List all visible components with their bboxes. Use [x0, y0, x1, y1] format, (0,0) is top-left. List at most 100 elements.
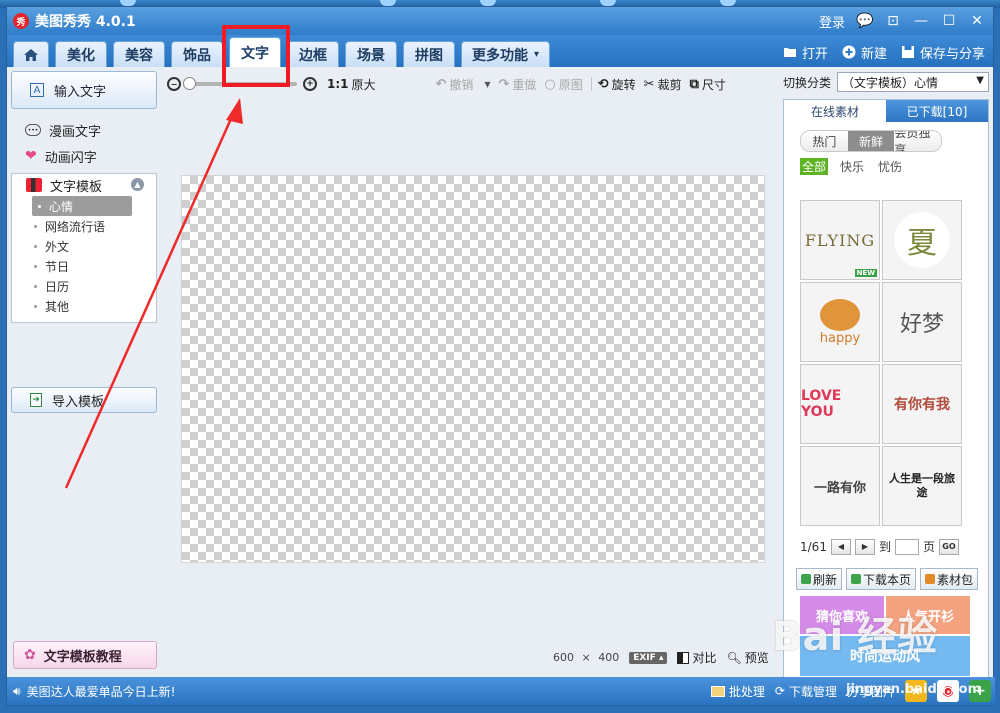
input-text-label: 输入文字: [54, 84, 107, 100]
tab-home[interactable]: [13, 41, 49, 67]
text-template-label: 文字模板: [50, 179, 103, 195]
filter-fresh[interactable]: 新鲜: [847, 131, 895, 151]
animated-text-label: 动画闪字: [44, 150, 97, 166]
thumbnail-text: 有你有我: [894, 397, 950, 413]
zoom-out-icon[interactable]: −: [167, 77, 181, 91]
template-item-other[interactable]: 其他: [12, 296, 156, 316]
template-item-calendar[interactable]: 日历: [12, 276, 156, 296]
redo-button[interactable]: ↷ 重做: [498, 76, 536, 93]
filter-hot[interactable]: 热门: [801, 131, 848, 151]
redo-icon: ↷: [498, 76, 510, 92]
template-item-mood[interactable]: 心情: [32, 196, 132, 216]
preview-button[interactable]: 🔍︎ 预览: [726, 649, 768, 666]
refresh-button[interactable]: 刷新: [796, 568, 843, 590]
ratio-label: 1:1: [327, 77, 349, 91]
thumbnail-item[interactable]: FLYING NEW: [800, 200, 880, 280]
thumbnail-text: LOVE YOU: [801, 388, 842, 420]
thumbnail-item[interactable]: 好梦: [882, 282, 962, 362]
animated-text-link[interactable]: ❤ 动画闪字: [11, 143, 157, 169]
tab-downloaded[interactable]: 已下载[10]: [886, 100, 988, 122]
tab-frame[interactable]: 边框: [287, 41, 339, 67]
go-button[interactable]: GO: [938, 538, 959, 555]
tab-collage[interactable]: 拼图: [403, 41, 455, 67]
category-select[interactable]: （文字模板）心情 ▼: [837, 72, 989, 92]
batch-process-button[interactable]: 批处理: [710, 683, 765, 700]
crop-button[interactable]: ✂ 裁剪: [644, 76, 682, 93]
title-bar: 秀 美图秀秀 4.0.1 登录 💬 ⊡ — ☐ ✕: [7, 7, 993, 35]
thumbnail-text: 夏: [907, 226, 937, 261]
mood-happy[interactable]: 快乐: [838, 158, 866, 175]
thumbnail-item[interactable]: 人生是一段旅途: [882, 446, 962, 526]
tab-online-material[interactable]: 在线素材: [784, 100, 886, 122]
template-item-label: 日历: [45, 279, 70, 294]
import-template-button[interactable]: ➜ 导入模板: [11, 387, 157, 413]
new-label: 新建: [860, 46, 887, 62]
template-item-foreign[interactable]: 外文: [12, 236, 156, 256]
download-manager-icon: ⟳: [774, 684, 785, 698]
tab-more-features[interactable]: 更多功能 ▾: [461, 41, 551, 67]
thumbnail-item[interactable]: happy: [800, 282, 880, 362]
login-link[interactable]: 登录: [819, 12, 845, 31]
collapse-icon[interactable]: ▲: [131, 178, 144, 191]
thumbnail-item[interactable]: 夏: [882, 200, 962, 280]
mood-all[interactable]: 全部: [800, 158, 829, 175]
next-page-button[interactable]: ▶: [854, 538, 875, 555]
comic-text-link[interactable]: ••• 漫画文字: [11, 117, 157, 143]
close-button[interactable]: ✕: [969, 13, 985, 29]
thumbnail-text: 一路有你: [813, 480, 866, 496]
undo-button[interactable]: ↶ 撤销 ▾: [436, 76, 491, 93]
resize-icon: ⧉: [689, 76, 699, 92]
size-button[interactable]: ⧉ 尺寸: [690, 76, 726, 93]
tab-cosmetic[interactable]: 美容: [113, 41, 165, 67]
original-size-button[interactable]: 1:1 原大: [327, 76, 376, 93]
template-tutorial-button[interactable]: ✿ 文字模板教程: [13, 641, 157, 669]
thumbnail-item[interactable]: LOVE YOU: [800, 364, 880, 444]
goto-label: 到: [878, 540, 891, 554]
filter-vip[interactable]: 会员独享: [894, 131, 941, 151]
status-marquee[interactable]: 美图达人最爱单品今日上新!: [27, 683, 176, 700]
size-label: 尺寸: [701, 77, 726, 92]
prev-page-button[interactable]: ◀: [830, 538, 851, 555]
original-image-button[interactable]: ○ 原图: [544, 76, 582, 93]
zoom-in-icon[interactable]: +: [303, 77, 317, 91]
undo-label: 撤销: [449, 77, 474, 92]
chevron-down-icon[interactable]: ▾: [484, 77, 490, 91]
thumbnail-item[interactable]: 一路有你: [800, 446, 880, 526]
import-template-label: 导入模板: [52, 394, 105, 410]
exif-button[interactable]: EXIF ▴: [629, 651, 668, 664]
material-pack-button[interactable]: 素材包: [920, 568, 979, 590]
image-canvas[interactable]: [181, 175, 765, 563]
text-template-header[interactable]: 文字模板 ▲: [12, 174, 156, 196]
download-manager-button[interactable]: ⟳ 下载管理: [775, 683, 837, 700]
template-item-holiday[interactable]: 节日: [12, 256, 156, 276]
new-badge: NEW: [854, 269, 877, 277]
zoom-slider-handle[interactable]: [183, 77, 196, 90]
thumbnail-item[interactable]: 有你有我: [882, 364, 962, 444]
canvas-info-bar: 600 × 400 EXIF ▴ 对比 🔍︎ 预览: [553, 649, 769, 666]
maximize-button[interactable]: ☐: [941, 13, 957, 29]
rotate-button[interactable]: ⟲ 旋转: [598, 76, 636, 93]
message-icon[interactable]: 💬: [856, 13, 873, 29]
template-item-internet-slang[interactable]: 网络流行语: [12, 216, 156, 236]
compare-button[interactable]: 对比: [677, 649, 716, 666]
mood-sad[interactable]: 忧伤: [876, 158, 904, 175]
crop-label: 裁剪: [657, 77, 682, 92]
new-button[interactable]: 新建: [842, 43, 887, 62]
filter-chips: 热门 新鲜 会员独享: [800, 130, 942, 152]
page-number-input[interactable]: [894, 538, 919, 555]
save-share-button[interactable]: 保存与分享: [901, 43, 985, 62]
chevron-down-icon: ▼: [976, 75, 984, 86]
download-page-button[interactable]: 下载本页: [846, 568, 917, 590]
open-button[interactable]: 打开: [783, 43, 828, 62]
skin-icon[interactable]: ⊡: [885, 13, 901, 29]
tab-beautify[interactable]: 美化: [55, 41, 107, 67]
sunflower-icon: [820, 298, 860, 331]
import-icon: ➜: [30, 393, 42, 407]
input-text-button[interactable]: A 输入文字: [11, 71, 157, 109]
minimize-button[interactable]: —: [913, 13, 929, 29]
page-indicator: 1/61: [800, 539, 827, 554]
tab-scene[interactable]: 场景: [345, 41, 397, 67]
right-panel: 切换分类 （文字模板）心情 ▼ 在线素材 已下载[10] 热门 新鲜 会员独享 …: [783, 71, 989, 691]
download-manager-label: 下载管理: [788, 684, 837, 699]
tab-accessories[interactable]: 饰品: [171, 41, 223, 67]
